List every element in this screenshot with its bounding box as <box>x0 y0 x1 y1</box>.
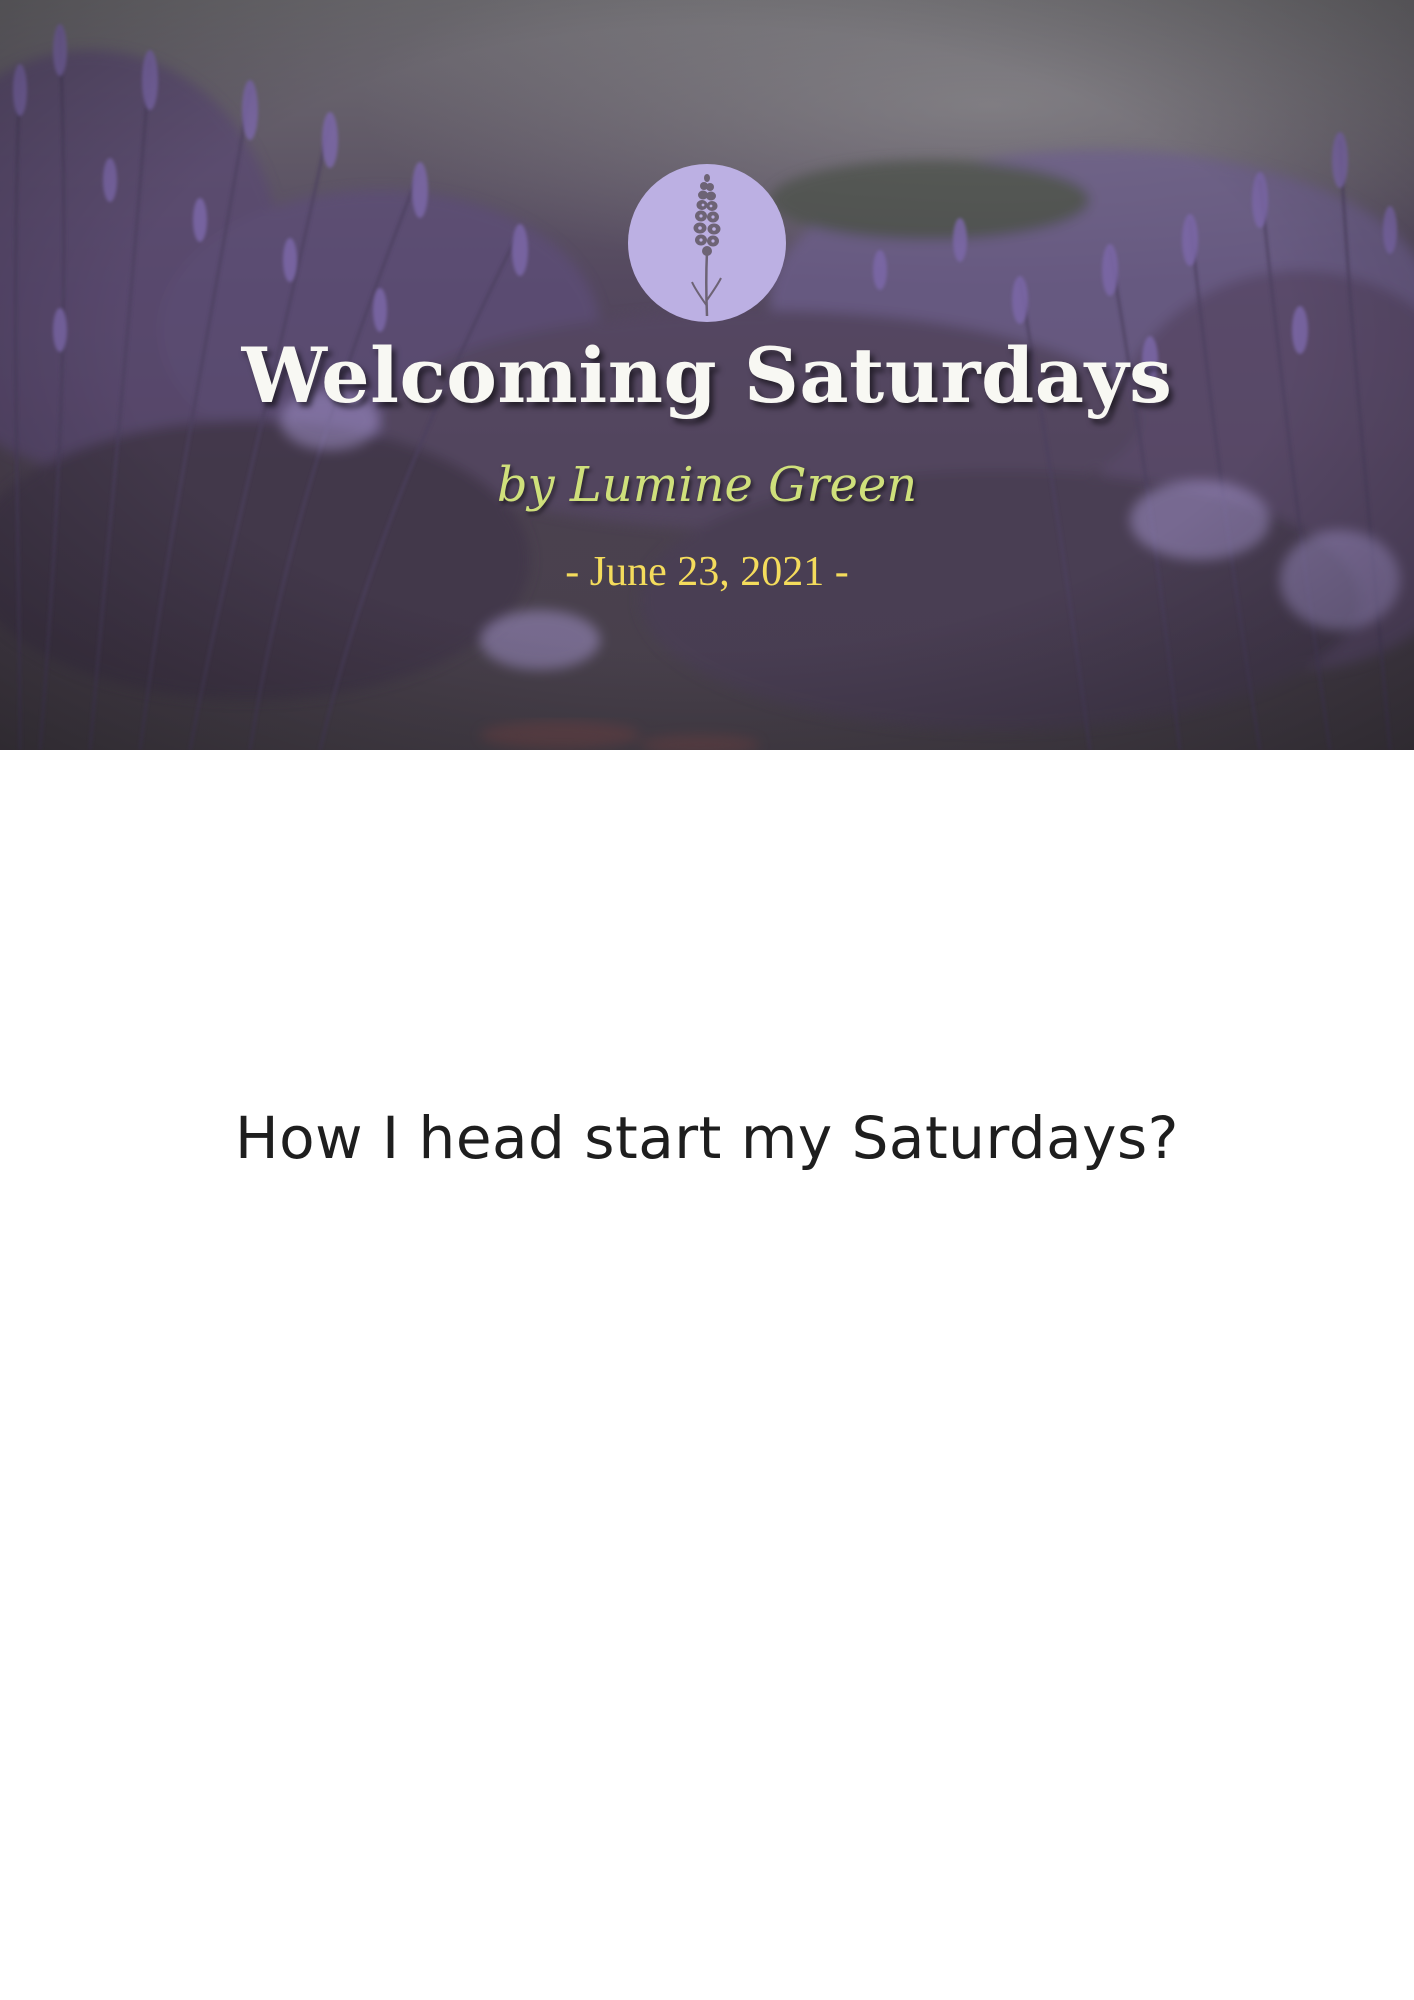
lavender-sprig-icon <box>691 174 722 317</box>
author-byline: by Lumine Green <box>496 457 918 513</box>
hero-banner: Welcoming Saturdays by Lumine Green - Ju… <box>0 0 1414 750</box>
logo-badge <box>628 164 786 322</box>
page-title: Welcoming Saturdays <box>241 331 1173 420</box>
publish-date: - June 23, 2021 - <box>565 549 849 595</box>
section-heading: How I head start my Saturdays? <box>235 1104 1179 1172</box>
